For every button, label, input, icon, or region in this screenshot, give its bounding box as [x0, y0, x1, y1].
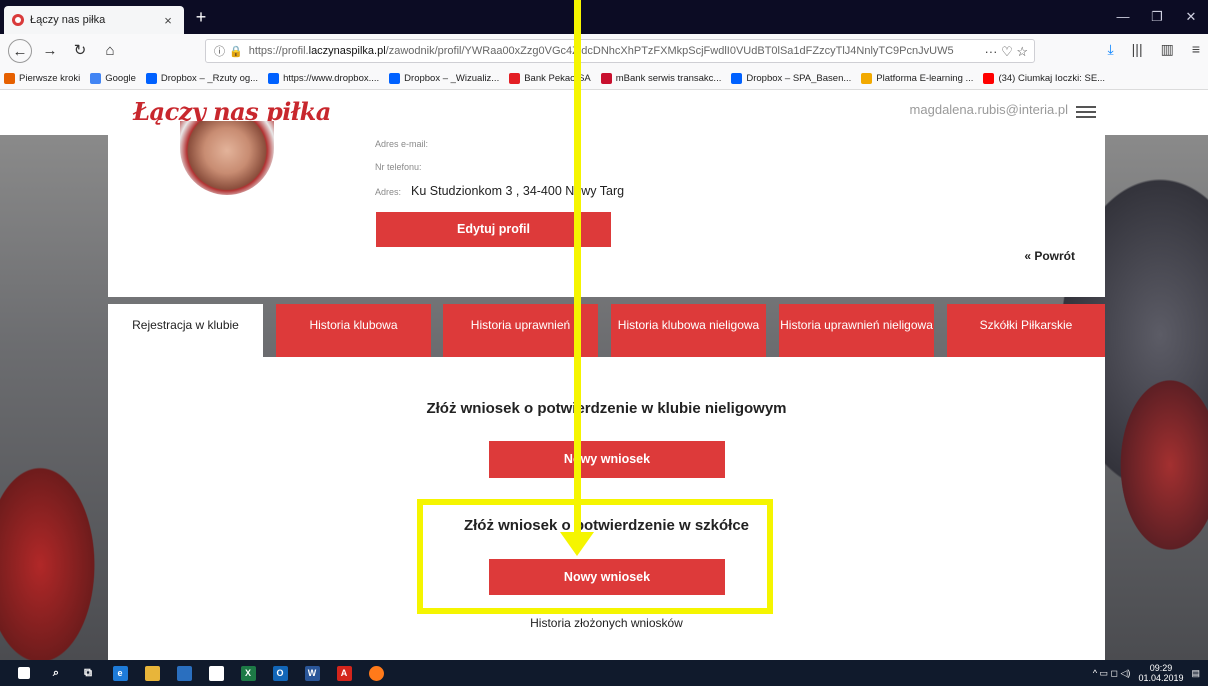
task-view-icon[interactable]: ⧉	[74, 662, 102, 684]
tab-szkolki-pilkarskie[interactable]: Szkółki Piłkarskie	[947, 304, 1105, 357]
bookmark-label: mBank serwis transakc...	[615, 73, 722, 84]
windows-start-icon[interactable]	[10, 662, 38, 684]
tab-rejestracja-w-klubie[interactable]: Rejestracja w klubie	[108, 304, 263, 357]
tab-historia-klubowa[interactable]: Historia klubowa	[276, 304, 431, 357]
back-arrow-icon[interactable]: ←	[8, 39, 32, 63]
tab-historia-klubowa-nieligowa[interactable]: Historia klubowa nieligowa	[611, 304, 766, 357]
info-icon[interactable]: ⓘ	[214, 43, 225, 59]
tray-icons[interactable]: ^ ▭ ◻ ◁)	[1093, 668, 1131, 679]
firefox-icon[interactable]	[362, 662, 390, 684]
bookmark-label: Platforma E-learning ...	[876, 73, 974, 84]
url-bar[interactable]: ⓘ 🔒 https://profil. laczynaspilka.pl /za…	[205, 39, 1035, 63]
bookmark-favicon-icon	[145, 73, 157, 84]
bookmark-label: (34) Ciumkaj Ioczki: SE...	[998, 73, 1106, 84]
close-tab-icon[interactable]: ×	[160, 13, 176, 28]
store-icon[interactable]	[170, 662, 198, 684]
club-request-title: Złóż wniosek o potwierdzenie w klubie ni…	[426, 400, 787, 417]
acrobat-icon[interactable]: A	[330, 662, 358, 684]
browser-nav-bar: ← → ↻ ⌂ ⓘ 🔒 https://profil. laczynaspilk…	[0, 34, 1208, 68]
notifications-icon[interactable]: ▤	[1191, 668, 1200, 679]
forward-arrow-icon[interactable]: →	[38, 39, 62, 63]
bookmark-item[interactable]: (34) Ciumkaj Ioczki: SE...	[983, 73, 1105, 84]
library-icon[interactable]: |||	[1132, 41, 1143, 58]
close-window-button[interactable]: ✕	[1174, 6, 1208, 28]
profile-avatar	[180, 121, 274, 195]
outlook-icon[interactable]: O	[266, 662, 294, 684]
toolbar-tools: ⤓ ||| ▥ ≡	[1107, 41, 1200, 58]
clock-time: 09:29	[1149, 662, 1173, 673]
bookmark-item[interactable]: Pierwsze kroki	[4, 73, 80, 84]
email-label: Adres e-mail:	[375, 139, 429, 149]
word-icon[interactable]: W	[298, 662, 326, 684]
browser-tab[interactable]: Łączy nas piłka ×	[4, 6, 184, 34]
mail-icon[interactable]	[202, 662, 230, 684]
edge-icon[interactable]: e	[106, 662, 134, 684]
clock-date: 01.04.2019	[1138, 673, 1184, 683]
annotation-arrow-head	[560, 532, 594, 556]
bookmark-favicon-icon	[861, 73, 873, 84]
tab-historia-uprawnien-nieligowa[interactable]: Historia uprawnień nieligowa	[779, 304, 934, 357]
bookmark-label: Dropbox – SPA_Basen...	[746, 73, 852, 84]
bookmark-item[interactable]: https://www.dropbox....	[268, 73, 379, 84]
club-new-request-button[interactable]: Nowy wniosek	[489, 441, 725, 478]
reload-icon[interactable]: ↻	[68, 39, 92, 63]
bookmark-label: Dropbox – _Rzuty og...	[160, 73, 259, 84]
minimize-button[interactable]: —	[1106, 6, 1140, 28]
restore-button[interactable]: ❐	[1140, 6, 1174, 28]
sidebar-icon[interactable]: ▥	[1161, 41, 1174, 58]
bookmark-favicon-icon	[731, 73, 743, 84]
bookmark-label: https://www.dropbox....	[283, 73, 380, 84]
hamburger-menu-icon[interactable]	[1076, 106, 1096, 118]
site-favicon-icon	[12, 14, 24, 26]
request-history-link[interactable]: Historia złożonych wniosków	[108, 616, 1105, 630]
bookmark-favicon-icon	[268, 73, 280, 84]
bookmark-item[interactable]: Google	[90, 73, 136, 84]
lock-icon: 🔒	[229, 45, 243, 58]
bookmark-label: Dropbox – _Wizualiz...	[404, 73, 500, 84]
home-icon[interactable]: ⌂	[98, 39, 122, 63]
bookmark-favicon-icon	[600, 73, 612, 84]
windows-taskbar: ⌕ ⧉ e X O W A ^ ▭ ◻ ◁) 09:29 01.04.2019 …	[0, 660, 1208, 686]
bookmark-favicon-icon	[389, 73, 401, 84]
browser-tab-title: Łączy nas piłka	[30, 14, 106, 26]
profile-tabs: Rejestracja w klubie Historia klubowa Hi…	[108, 304, 1105, 357]
bookmark-item[interactable]: Dropbox – _Wizualiz...	[389, 73, 499, 84]
download-icon[interactable]: ⤓	[1107, 41, 1113, 58]
bookmark-label: Google	[105, 73, 136, 84]
window-controls: — ❐ ✕	[1106, 6, 1208, 28]
url-path: /zawodnik/profil/YWRaa00xZzg0VGc4ZldcDNh…	[385, 45, 954, 57]
address-label: Adres:	[375, 187, 402, 197]
phone-label: Nr telefonu:	[375, 162, 422, 172]
bookmark-item[interactable]: mBank serwis transakc...	[600, 73, 722, 84]
search-icon[interactable]: ⌕	[42, 662, 70, 684]
bookmark-favicon-icon	[983, 73, 995, 84]
new-tab-button[interactable]: +	[190, 6, 212, 28]
bookmark-item[interactable]: Dropbox – _Rzuty og...	[145, 73, 259, 84]
file-explorer-icon[interactable]	[138, 662, 166, 684]
bookmark-favicon-icon	[4, 73, 15, 84]
clock[interactable]: 09:29 01.04.2019	[1138, 663, 1183, 684]
profile-card: Adres e-mail: Nr telefonu: Adres: Ku Stu…	[108, 121, 1105, 297]
page-actions-icon[interactable]: ··· ♡ ☆	[978, 44, 1028, 60]
excel-icon[interactable]: X	[234, 662, 262, 684]
bookmark-favicon-icon	[90, 73, 102, 84]
browser-tab-bar: Łączy nas piłka × + — ❐ ✕	[0, 0, 1208, 34]
bookmark-item[interactable]: Platforma E-learning ...	[861, 73, 973, 84]
highlight-box	[417, 499, 773, 614]
back-link[interactable]: « Powrót	[1024, 249, 1075, 263]
bookmarks-bar: Pierwsze kroki Google Dropbox – _Rzuty og.…	[0, 68, 1208, 90]
user-email[interactable]: magdalena.rubis@interia.pl	[910, 102, 1068, 117]
url-prefix: https://profil.	[248, 45, 309, 57]
bookmark-item[interactable]: Dropbox – SPA_Basen...	[731, 73, 851, 84]
system-tray: ^ ▭ ◻ ◁) 09:29 01.04.2019 ▤	[1093, 660, 1200, 686]
annotation-arrow-shaft	[574, 0, 581, 540]
url-host: laczynaspilka.pl	[308, 45, 386, 57]
address-value: Ku Studzionkom 3 , 34-400 Nowy Targ	[411, 184, 625, 198]
bookmark-favicon-icon	[509, 73, 521, 84]
menu-icon[interactable]: ≡	[1192, 41, 1200, 58]
bookmark-label: Pierwsze kroki	[19, 73, 81, 84]
